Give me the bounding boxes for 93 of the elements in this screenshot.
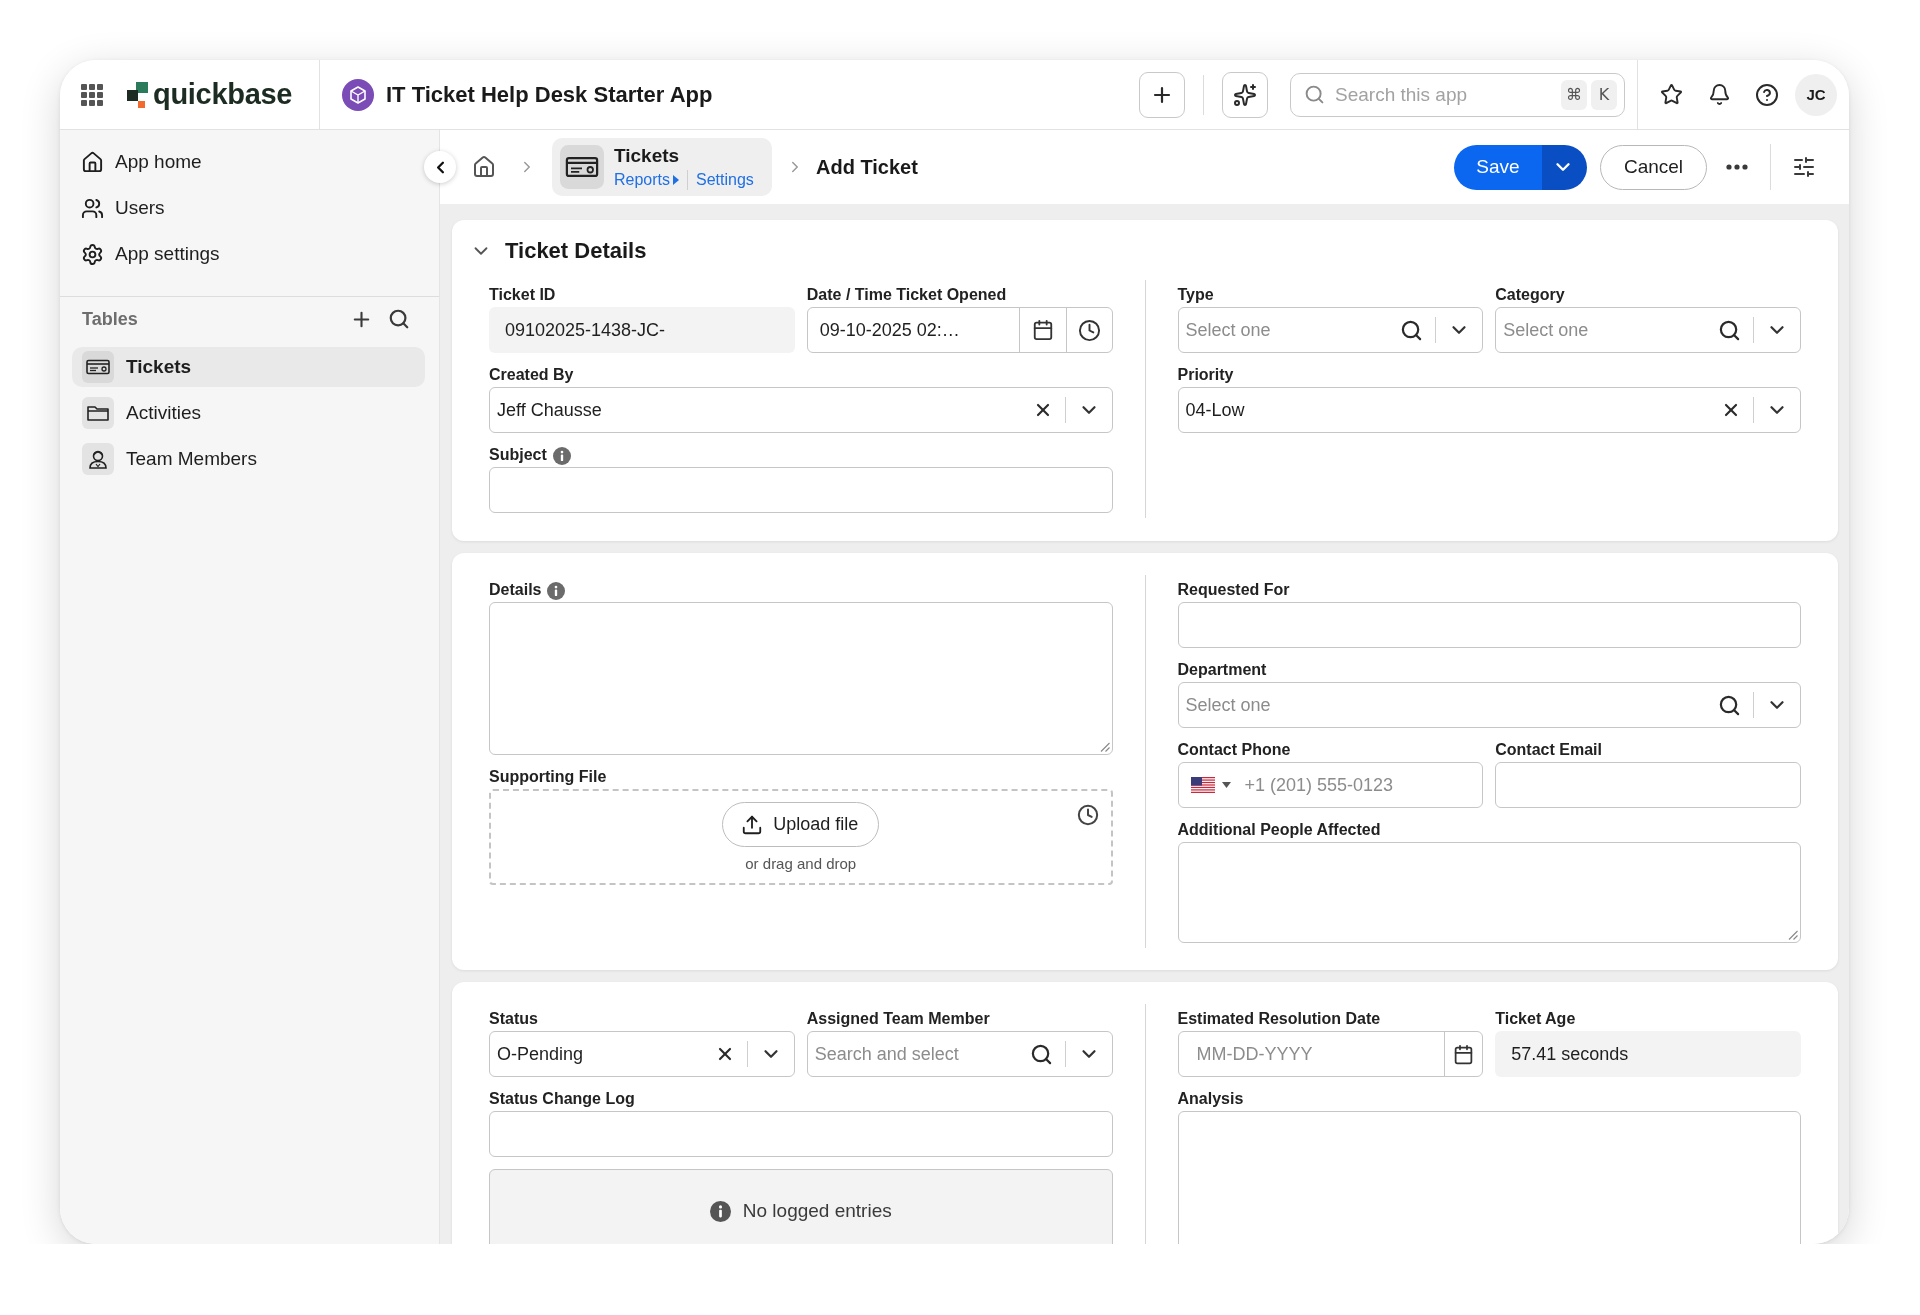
brand-name: quickbase [153, 78, 293, 111]
home-icon [81, 150, 104, 174]
search-icon[interactable] [1029, 1042, 1053, 1066]
tables-heading: Tables [82, 308, 138, 330]
calendar-icon [1453, 1043, 1475, 1065]
dot-grid-icon[interactable] [81, 83, 103, 106]
field-label: Estimated Resolution Date [1177, 1009, 1381, 1029]
assistant-button[interactable] [1222, 71, 1268, 118]
select-field[interactable]: 04-Low [1177, 387, 1801, 433]
more-button[interactable] [1726, 164, 1748, 170]
nav-link[interactable]: Users [60, 185, 177, 231]
field-label: Category [1495, 285, 1565, 305]
search-icon[interactable] [1718, 693, 1741, 717]
field-label: Requested For [1177, 580, 1290, 600]
field-label: Ticket Age [1495, 1009, 1576, 1029]
gear-icon [81, 242, 104, 266]
search-field[interactable]: Search this app ⌘ K [1290, 72, 1625, 117]
clock-icon [1077, 318, 1101, 342]
field-label: Details [489, 580, 542, 600]
search-icon[interactable] [1400, 318, 1424, 342]
nav-link[interactable]: App home [60, 139, 214, 185]
table-name: Tickets [614, 144, 681, 167]
field-label: Supporting File [489, 767, 607, 787]
app-icon [342, 78, 374, 111]
field-label: Status Change Log [489, 1089, 635, 1109]
read-only-field: 57.41 seconds [1495, 1031, 1801, 1077]
search-icon [1304, 84, 1325, 105]
field-label: Contact Phone [1177, 740, 1291, 760]
resize-handle-icon[interactable] [1099, 742, 1110, 752]
user-avatar[interactable]: JC [1795, 73, 1837, 116]
caret-icon [1221, 782, 1231, 788]
shortcut-key: ⌘ [1561, 79, 1587, 110]
home-icon[interactable] [472, 155, 496, 179]
field-label: Date / Time Ticket Opened [806, 285, 1007, 305]
ticket-icon [560, 145, 604, 189]
clock-icon[interactable] [1076, 804, 1099, 826]
select-field[interactable]: Jeff Chausse [489, 387, 1113, 433]
field-label: Subject [489, 445, 547, 465]
breadcrumb-link[interactable]: Settings [696, 170, 754, 189]
text-field[interactable] [489, 1111, 1113, 1157]
field-label: Priority [1177, 365, 1234, 385]
empty-log-message: No logged entries [742, 1200, 892, 1222]
logo-icon [127, 81, 149, 108]
folder-icon [82, 397, 114, 429]
field-label: Status [489, 1009, 538, 1029]
flag-icon [1190, 777, 1215, 793]
help-icon [1755, 82, 1779, 107]
search-icon[interactable] [1718, 318, 1741, 342]
text-field[interactable] [489, 467, 1113, 513]
info-icon [709, 1200, 731, 1222]
upload-icon [741, 813, 764, 836]
star-icon [1659, 83, 1683, 106]
ticket-icon [82, 351, 114, 383]
table-link[interactable]: Activities [72, 393, 425, 433]
field-label: Ticket ID [489, 285, 556, 305]
text-field[interactable] [1177, 602, 1801, 648]
app-title: IT Ticket Help Desk Starter App [386, 81, 713, 108]
table-link[interactable]: Team Members [72, 439, 425, 479]
select-field[interactable]: O-Pending [489, 1031, 795, 1077]
date-time-field[interactable]: 09-10-2025 02:… [806, 307, 1113, 353]
add-button[interactable] [1139, 71, 1185, 118]
field-label: Assigned Team Member [806, 1009, 990, 1029]
field-label: Contact Email [1495, 740, 1602, 760]
shortcut-key: K [1591, 79, 1617, 110]
drop-hint: or drag and drop [745, 855, 857, 872]
nav-link[interactable]: App settings [60, 231, 232, 277]
resize-handle-icon[interactable] [1788, 930, 1798, 940]
field-label: Type [1177, 285, 1214, 305]
field-label: Analysis [1177, 1089, 1244, 1109]
bell-icon [1707, 83, 1731, 106]
field-label: Department [1177, 660, 1267, 680]
read-only-field: 09102025-1438-JC- [489, 307, 795, 353]
file-drop-zone[interactable]: Upload file or drag and drop [489, 789, 1113, 885]
upload-file-button[interactable]: Upload file [722, 802, 880, 847]
more-icon [1726, 164, 1748, 170]
field-label: Additional People Affected [1177, 820, 1381, 840]
cancel-button[interactable]: Cancel [1600, 144, 1707, 190]
calendar-icon [1031, 319, 1054, 341]
section-title: Ticket Details [505, 238, 647, 264]
sliders-icon [1792, 155, 1816, 179]
breadcrumb-link[interactable]: Reports [614, 170, 680, 189]
sparkle-icon [1233, 82, 1257, 107]
search-tables-button[interactable] [387, 307, 411, 331]
customize-button[interactable] [1792, 155, 1816, 179]
field-label: Created By [489, 365, 574, 385]
page-title: Add Ticket [816, 155, 918, 179]
table-link[interactable]: Tickets [72, 347, 425, 387]
save-button[interactable]: Save [1454, 144, 1542, 190]
search-icon [388, 308, 410, 330]
users-icon [81, 196, 104, 220]
person-icon [82, 443, 114, 475]
text-field[interactable] [1495, 762, 1801, 808]
save-options-button[interactable] [1542, 144, 1587, 190]
